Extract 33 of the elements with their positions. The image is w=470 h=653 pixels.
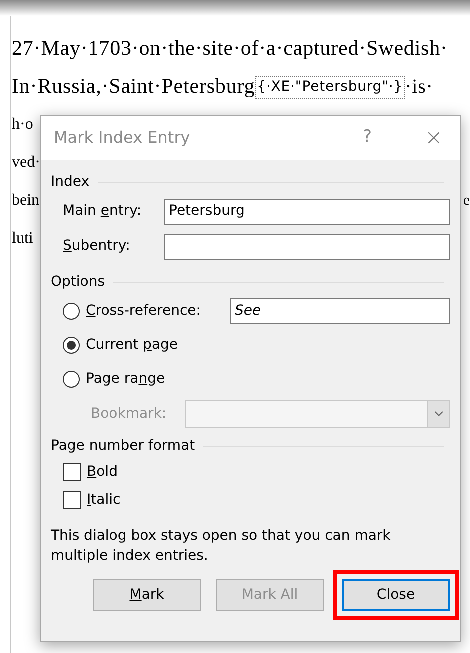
dialog-button[interactable]: Mark	[93, 579, 201, 611]
group-heading: Index	[51, 172, 90, 192]
field-label: Subentry:	[63, 238, 130, 254]
document-text: luti	[12, 229, 34, 249]
radio-label: Current page	[86, 336, 178, 354]
radio-button[interactable]	[63, 370, 80, 388]
index-field-code: {·XE·"Petersburg"·}	[255, 76, 406, 98]
checkbox-label: Italic	[87, 490, 121, 510]
checkbox[interactable]	[63, 491, 81, 509]
radio-button[interactable]	[63, 302, 80, 320]
bookmark-label: Bookmark:	[91, 404, 168, 424]
info-text: This dialog box stays open so that you can mark multiple index entries.	[50, 527, 392, 566]
input-field[interactable]	[164, 234, 450, 260]
input-field[interactable]: See	[230, 298, 450, 324]
radio-label: Cross-reference:	[86, 302, 201, 320]
document-text: h·o	[12, 115, 34, 135]
document-text: In·Russia,·Saint·Petersburg	[12, 73, 256, 100]
radio-label: Page range	[86, 370, 166, 388]
window-title: Mark Index Entry	[54, 127, 190, 149]
document-text: ·is·	[405, 75, 434, 100]
dialog-button[interactable]: Close	[342, 579, 450, 611]
checkbox[interactable]	[63, 463, 81, 481]
group-heading: Page number format	[51, 436, 196, 456]
input-field[interactable]: Petersburg	[164, 198, 450, 224]
checkbox-label: Bold	[87, 462, 118, 482]
radio-button[interactable]	[63, 336, 80, 354]
help-button[interactable]: ?	[362, 125, 372, 151]
group-heading: Options	[51, 272, 106, 292]
document-text: 27·May·1703·on·the·site·of·a·captured·Swedish·	[12, 35, 448, 62]
field-label: Main entry:	[63, 203, 142, 219]
document-text: ved·	[12, 153, 40, 173]
document-text: bein	[12, 191, 40, 211]
document-text: e	[463, 192, 470, 211]
